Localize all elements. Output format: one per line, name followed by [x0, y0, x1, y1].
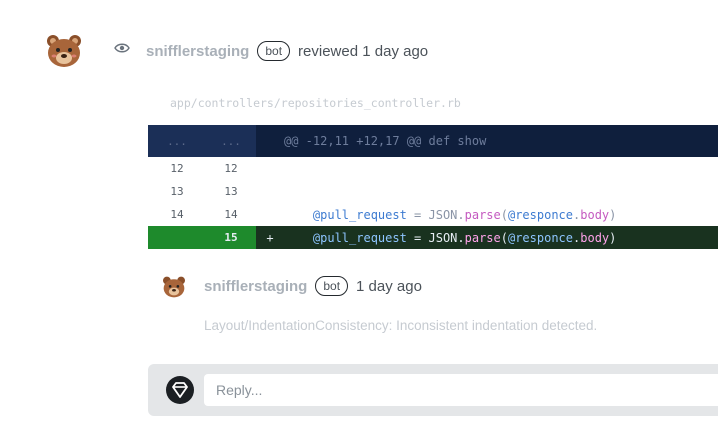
diff-hunk-header[interactable]: ... ... @@ -12,11 +12,17 @@ def show [148, 125, 718, 157]
diff-table: ... ... @@ -12,11 +12,17 @@ def show 12 … [148, 125, 718, 249]
diff-add-marker: + [266, 230, 274, 245]
code-instance-var: @responce [507, 230, 574, 245]
new-line-number[interactable]: 14 [206, 208, 256, 221]
comment-timestamp[interactable]: 1 day ago [356, 278, 422, 295]
bear-avatar-icon[interactable] [46, 34, 82, 68]
reply-bar [148, 364, 718, 416]
review-header: snifflerstaging bot reviewed 1 day ago [146, 41, 428, 61]
new-line-number[interactable]: 15 [206, 231, 256, 244]
old-line-number[interactable]: 12 [148, 162, 206, 175]
review-author-link[interactable]: snifflerstaging [146, 43, 249, 60]
code-instance-var: @responce [507, 207, 574, 222]
bot-badge: bot [315, 276, 349, 296]
code-instance-var: @pull_request [312, 230, 407, 245]
diff-code: @pull_request = JSON.parse(@responce.bod… [284, 208, 718, 222]
eye-icon [114, 43, 130, 53]
code-instance-var: @pull_request [312, 207, 407, 222]
diff-added-line[interactable]: 15 + @pull_request = JSON.parse(@responc… [148, 226, 718, 249]
hunk-old-line[interactable]: ... [148, 135, 206, 148]
code-text: ) [609, 230, 617, 245]
new-line-number[interactable]: 12 [206, 162, 256, 175]
diff-line[interactable]: 13 13 [148, 180, 718, 203]
review-action-text: reviewed 1 day ago [298, 42, 429, 60]
code-method: body [580, 207, 610, 222]
code-text: = JSON. [406, 230, 465, 245]
code-text: ( [500, 207, 508, 222]
code-text: ) [609, 207, 617, 222]
added-gutter: 15 [148, 226, 256, 249]
new-line-number[interactable]: 13 [206, 185, 256, 198]
reply-input[interactable] [204, 374, 718, 406]
code-text: = JSON. [406, 207, 465, 222]
gem-logo-icon [166, 376, 194, 404]
old-line-number[interactable]: 13 [148, 185, 206, 198]
diff-code: @pull_request = JSON.parse(@responce.bod… [284, 231, 718, 245]
file-path[interactable]: app/controllers/repositories_controller.… [170, 96, 461, 110]
bot-badge: bot [257, 41, 291, 61]
comment-header: snifflerstaging bot 1 day ago [204, 276, 422, 296]
code-text: ( [500, 230, 508, 245]
code-method: body [580, 230, 610, 245]
code-method: parse [464, 230, 501, 245]
code-method: parse [464, 207, 501, 222]
hunk-gutter: ... ... [148, 125, 256, 157]
comment-author-link[interactable]: snifflerstaging [204, 278, 307, 295]
hunk-text: @@ -12,11 +12,17 @@ def show [284, 134, 487, 148]
hunk-new-line[interactable]: ... [206, 135, 256, 148]
old-line-number[interactable]: 14 [148, 208, 206, 221]
diff-line[interactable]: 12 12 [148, 157, 718, 180]
diff-line[interactable]: 14 14 @pull_request = JSON.parse(@respon… [148, 203, 718, 226]
bear-avatar-icon[interactable] [162, 276, 186, 298]
comment-body: Layout/IndentationConsistency: Inconsist… [204, 318, 598, 333]
